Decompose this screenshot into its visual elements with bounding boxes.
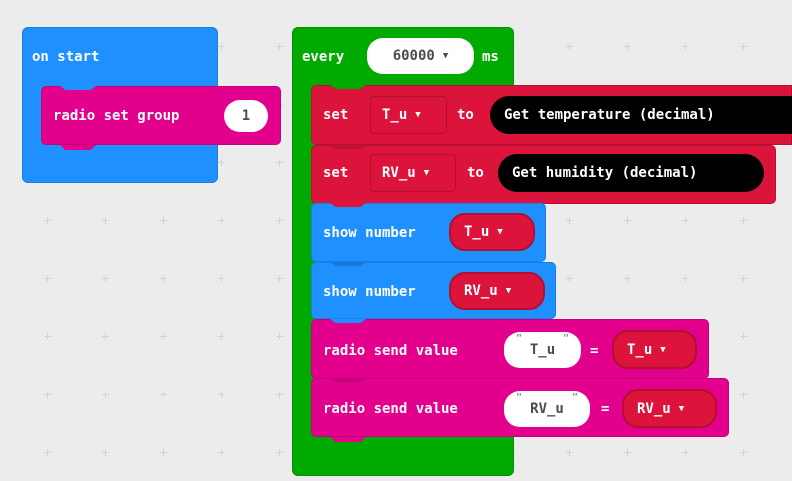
- grid-cross-icon: [160, 391, 167, 398]
- temp-var-dropdown[interactable]: T_u ▼: [370, 96, 447, 134]
- grid-cross-icon: [102, 449, 109, 456]
- chevron-down-icon: ▼: [415, 110, 421, 120]
- grid-cross-icon: [44, 449, 51, 456]
- show-number-humidity-label: show number: [323, 284, 416, 300]
- grid-cross-icon: [740, 275, 747, 282]
- grid-cross-icon: [160, 449, 167, 456]
- grid-cross-icon: [44, 217, 51, 224]
- radio-send-value-temp-label: radio send value: [323, 343, 458, 359]
- grid-cross-icon: [682, 449, 689, 456]
- temp-var-name: T_u: [382, 107, 408, 123]
- radio-set-group-label: radio set group: [53, 108, 180, 124]
- chevron-down-icon: ▼: [660, 344, 666, 355]
- set-humidity-label: set: [323, 165, 349, 181]
- get-humidity-block[interactable]: Get humidity (decimal): [498, 154, 764, 192]
- grid-cross-icon: [740, 391, 747, 398]
- grid-cross-icon: [44, 275, 51, 282]
- send-humidity-name-input[interactable]: " RV_u ": [504, 391, 590, 427]
- grid-cross-icon: [160, 333, 167, 340]
- every-label: every: [302, 49, 345, 65]
- grid-cross-icon: [624, 43, 631, 50]
- grid-cross-icon: [218, 159, 225, 166]
- grid-cross-icon: [740, 449, 747, 456]
- grid-cross-icon: [218, 391, 225, 398]
- get-temperature-block[interactable]: Get temperature (decimal): [490, 96, 792, 134]
- grid-cross-icon: [566, 275, 573, 282]
- send-humidity-var-name: RV_u: [637, 400, 671, 417]
- grid-cross-icon: [276, 217, 283, 224]
- chevron-down-icon: ▼: [423, 168, 430, 178]
- show-temp-var-pill[interactable]: T_u ▼: [449, 213, 535, 251]
- grid-cross-icon: [102, 217, 109, 224]
- grid-cross-icon: [218, 333, 225, 340]
- open-quote-icon: ": [516, 333, 523, 344]
- send-humidity-equals: =: [601, 401, 610, 417]
- on-start-label: on start: [32, 49, 100, 65]
- grid-cross-icon: [566, 449, 573, 456]
- grid-cross-icon: [160, 275, 167, 282]
- grid-cross-icon: [624, 217, 631, 224]
- grid-cross-icon: [44, 333, 51, 340]
- grid-cross-icon: [276, 449, 283, 456]
- radio-group-value-input[interactable]: 1: [224, 100, 268, 132]
- show-humidity-var-name: RV_u: [464, 283, 498, 299]
- set-temp-label: set: [323, 107, 349, 123]
- grid-cross-icon: [102, 391, 109, 398]
- send-temp-equals: =: [590, 343, 599, 359]
- close-quote-icon: ": [562, 333, 569, 344]
- send-temp-name-input[interactable]: " T_u ": [504, 332, 581, 368]
- grid-cross-icon: [276, 43, 283, 50]
- grid-cross-icon: [740, 333, 747, 340]
- radio-send-value-humidity-label: radio send value: [323, 401, 458, 417]
- grid-cross-icon: [218, 449, 225, 456]
- grid-cross-icon: [740, 43, 747, 50]
- chevron-down-icon: ▼: [497, 227, 503, 237]
- interval-value: 60000: [392, 48, 435, 64]
- send-temp-var-pill[interactable]: T_u ▼: [612, 330, 697, 369]
- grid-cross-icon: [682, 275, 689, 282]
- grid-cross-icon: [566, 217, 573, 224]
- send-temp-name: T_u: [529, 342, 556, 358]
- close-quote-icon: ": [571, 392, 578, 403]
- grid-cross-icon: [624, 449, 631, 456]
- humidity-var-name: RV_u: [382, 165, 416, 181]
- grid-cross-icon: [276, 391, 283, 398]
- grid-cross-icon: [218, 275, 225, 282]
- grid-cross-icon: [218, 43, 225, 50]
- grid-cross-icon: [624, 275, 631, 282]
- chevron-down-icon: ▼: [678, 403, 685, 414]
- grid-cross-icon: [740, 217, 747, 224]
- show-temp-var-name: T_u: [464, 224, 490, 240]
- grid-cross-icon: [276, 333, 283, 340]
- show-humidity-var-pill[interactable]: RV_u ▼: [449, 272, 545, 310]
- set-humidity-to-label: to: [467, 165, 484, 181]
- unit-label: ms: [482, 49, 499, 65]
- chevron-down-icon: ▼: [505, 286, 512, 296]
- grid-cross-icon: [276, 275, 283, 282]
- grid-cross-icon: [44, 391, 51, 398]
- grid-cross-icon: [102, 333, 109, 340]
- grid-cross-icon: [160, 217, 167, 224]
- grid-cross-icon: [566, 43, 573, 50]
- grid-cross-icon: [218, 217, 225, 224]
- show-number-temp-label: show number: [323, 225, 416, 241]
- humidity-var-dropdown[interactable]: RV_u ▼: [370, 154, 456, 192]
- interval-dropdown[interactable]: 60000 ▼: [367, 38, 474, 74]
- grid-cross-icon: [682, 217, 689, 224]
- open-quote-icon: ": [516, 392, 523, 403]
- grid-cross-icon: [102, 275, 109, 282]
- send-temp-var-name: T_u: [627, 341, 653, 358]
- grid-cross-icon: [276, 159, 283, 166]
- send-humidity-var-pill[interactable]: RV_u ▼: [622, 389, 717, 428]
- send-humidity-name: RV_u: [530, 401, 564, 417]
- chevron-down-icon: ▼: [442, 51, 449, 61]
- grid-cross-icon: [682, 43, 689, 50]
- set-temp-to-label: to: [457, 107, 474, 123]
